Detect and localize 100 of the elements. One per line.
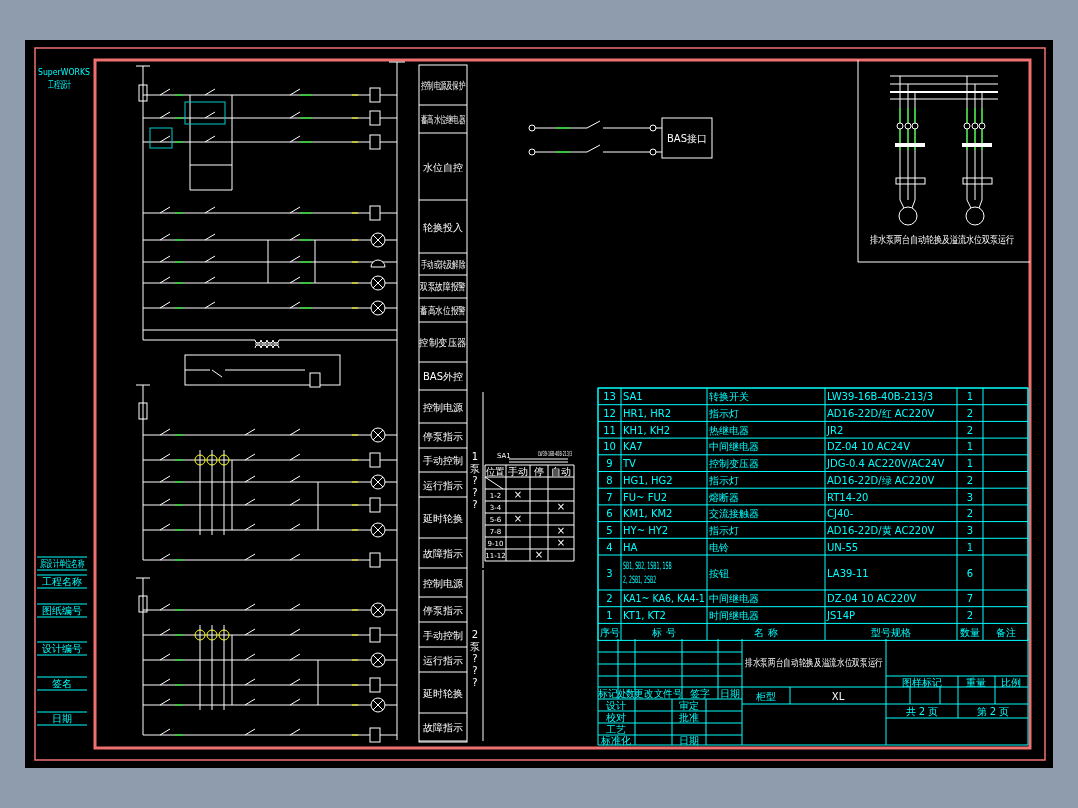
table-cell: 6 <box>606 508 613 520</box>
table-cell: 3 <box>966 491 974 503</box>
table-cell: LW39-16B-40B-213/3 <box>827 391 934 403</box>
section-label: 轮换投入 <box>423 221 463 233</box>
table-cell: 中间继电器 <box>709 441 759 453</box>
table-cell: 按钮 <box>709 567 729 579</box>
section-label: 蓄高水位继电器 <box>421 113 465 126</box>
sheet-count: 共 2 页 <box>905 706 939 717</box>
table-cell: HG1, HG2 <box>623 474 673 486</box>
table-cell: 2 <box>606 593 613 605</box>
cabinet-value: XL <box>831 691 845 702</box>
signoff-label: 日期 <box>679 735 699 746</box>
table-cell: 交流接触器 <box>709 508 759 520</box>
table-cell: SB1, SB2, 1SB1, 1SB2, 2SB1, 2SB2 <box>623 560 672 586</box>
table-cell: AD16-22D/黄 AC220V <box>827 524 935 536</box>
table-header: 标 号 <box>652 627 676 639</box>
table-cell: 转换开关 <box>709 391 749 403</box>
table-cell: HA <box>623 541 638 553</box>
switch-column-header: 位置 <box>485 465 506 478</box>
table-cell: DZ-04 10 AC220V <box>827 593 917 605</box>
table-cell: KH1, KH2 <box>623 424 671 436</box>
switch-contact-mark: × <box>556 537 566 548</box>
table-cell: 13 <box>603 391 616 403</box>
table-cell: HR1, HR2 <box>623 408 672 420</box>
section-label: 停泵指示 <box>423 604 463 616</box>
section-label: 双泵故障报警 <box>419 281 467 293</box>
table-cell: 2 <box>966 424 974 436</box>
section-label: 控制电源 <box>423 577 463 589</box>
sheet-number: 第 2 页 <box>976 706 1010 717</box>
table-cell: 2 <box>966 610 974 622</box>
table-cell: 1 <box>966 541 974 553</box>
bas-interface-box <box>661 117 713 159</box>
table-cell: 时间继电器 <box>709 610 759 622</box>
table-cell: DZ-04 10 AC24V <box>827 441 910 453</box>
table-header: 备注 <box>995 627 1016 639</box>
table-cell: 1 <box>606 610 613 622</box>
revision-header: 更改文件号 <box>634 687 683 700</box>
table-cell: 1 <box>966 441 974 453</box>
section-label: 控制电源及保护 <box>421 79 465 92</box>
section-label: 运行指示 <box>423 479 463 491</box>
table-header: 型号规格 <box>871 627 911 639</box>
table-cell: 2 <box>966 408 974 420</box>
table-cell: 3 <box>966 524 974 536</box>
table-cell: 7 <box>606 491 613 503</box>
table-cell: 8 <box>606 474 613 486</box>
sidebar-field-label: 原设计单位名称 <box>40 557 84 570</box>
table-cell: KM1, KM2 <box>623 508 673 520</box>
table-cell: 熔断器 <box>709 491 739 503</box>
switch-contact-mark: × <box>513 489 523 500</box>
table-cell: JS14P <box>827 610 856 622</box>
table-cell: 6 <box>966 567 974 579</box>
revision-header: 签字 <box>690 688 710 699</box>
table-cell: KA1~ KA6, KA4-1 <box>623 593 705 605</box>
switch-column-header: 手动 <box>508 466 528 477</box>
section-label: 停泵指示 <box>423 430 463 442</box>
switch-contact-mark: × <box>513 513 523 524</box>
table-cell: 4 <box>606 541 613 553</box>
signoff-label: 标准化 <box>601 735 631 746</box>
table-cell: 控制变压器 <box>709 458 759 470</box>
table-cell: 11 <box>603 424 616 436</box>
software-logo: SuperWORKS <box>38 66 90 78</box>
section-label: 手动控制 <box>423 629 463 641</box>
table-cell: UN-55 <box>827 541 859 553</box>
table-cell: KT1, KT2 <box>623 610 666 622</box>
table-cell: 2 <box>966 474 974 486</box>
table-cell: 1 <box>966 391 974 403</box>
table-cell: 3 <box>606 567 613 579</box>
section-label: 延时轮换 <box>423 687 463 699</box>
table-cell: 5 <box>606 524 613 536</box>
pump-group-label: 2泵??? <box>470 629 480 688</box>
table-cell: 2 <box>966 508 974 520</box>
sidebar-field-label: 签名 <box>52 678 72 689</box>
signoff-label: 批准 <box>679 712 699 723</box>
table-cell: JDG-0.4 AC220V/AC24V <box>827 458 945 470</box>
title-block-header: 比例 <box>1001 677 1021 688</box>
switch-column-header: 停 <box>534 466 544 477</box>
sidebar-field-label: 设计编号 <box>42 643 82 654</box>
table-cell: 热继电器 <box>709 424 749 436</box>
switch-contact-mark: × <box>556 501 566 512</box>
section-label: 手动控制 <box>423 455 463 466</box>
signoff-label: 审定 <box>679 700 699 711</box>
table-header: 名 称 <box>754 627 778 639</box>
table-cell: FU~ FU2 <box>623 491 668 503</box>
section-label: 运行指示 <box>423 654 463 666</box>
table-cell: 电铃 <box>709 541 729 553</box>
table-cell: 9 <box>606 458 613 470</box>
sidebar-field-label: 工程名称 <box>42 576 82 587</box>
signoff-label: 校对 <box>606 712 626 723</box>
section-label: 故障指示 <box>423 722 463 733</box>
table-cell: 指示灯 <box>709 474 739 486</box>
drawing-title: 排水泵两台自动轮换及溢流水位双泵运行 <box>744 656 884 669</box>
revision-header: 日期 <box>720 688 740 699</box>
table-cell: LA39-11 <box>827 567 869 579</box>
section-label: 水位自控 <box>423 161 463 173</box>
table-cell: KA7 <box>623 441 643 453</box>
logo-subtitle: 工程设计 <box>48 78 72 91</box>
title-block-header: 重量 <box>966 677 986 688</box>
section-label: 控制变压器 <box>419 336 467 349</box>
sidebar-field-label: 日期 <box>52 713 72 724</box>
table-cell: 10 <box>603 441 616 453</box>
